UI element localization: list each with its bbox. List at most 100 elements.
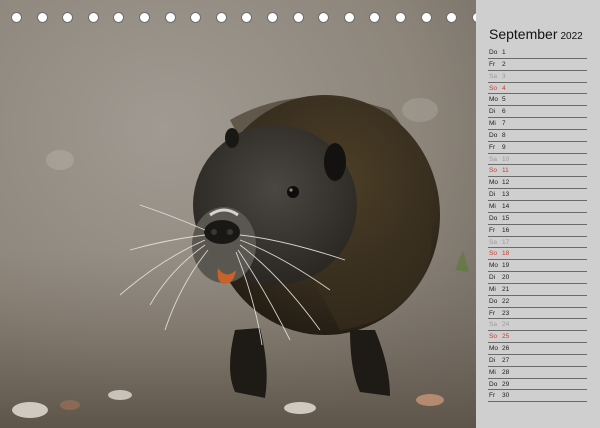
month-name: September (489, 26, 558, 42)
day-number: 9 (502, 143, 506, 151)
day-row: Mo 19 (488, 260, 587, 273)
day-number: 28 (502, 368, 510, 376)
day-number: 21 (502, 285, 510, 293)
day-row: Sa 24 (488, 319, 587, 332)
day-number: 23 (502, 309, 510, 317)
day-row: Do 8 (488, 130, 587, 142)
day-number: 5 (502, 96, 506, 104)
day-weekday: Mi (489, 285, 496, 293)
binding-ring (113, 12, 125, 23)
day-row: Do 29 (488, 379, 587, 391)
day-weekday: Mo (489, 96, 499, 104)
day-row: Mo 5 (488, 94, 587, 107)
day-weekday: Di (489, 191, 496, 199)
day-number: 13 (502, 191, 510, 199)
day-weekday: So (489, 333, 497, 341)
day-row: Fr 2 (488, 59, 587, 71)
day-number: 27 (502, 356, 510, 364)
binding-ring (395, 12, 406, 23)
day-number: 25 (502, 333, 510, 341)
binding-ring (318, 12, 330, 23)
day-weekday: Mo (489, 179, 499, 187)
binding-ring (215, 12, 227, 23)
day-weekday: Fr (489, 143, 496, 151)
day-number: 8 (502, 131, 506, 139)
day-row: Di 13 (488, 189, 587, 201)
day-row: Sa 3 (488, 71, 587, 83)
binding-ring (87, 12, 99, 23)
binding-ring (11, 12, 22, 23)
day-row: Di 6 (488, 106, 587, 119)
day-weekday: Mo (489, 345, 499, 353)
binding-ring (241, 12, 253, 23)
day-row: Fr 30 (488, 390, 587, 403)
day-weekday: So (489, 84, 497, 92)
day-row: So 25 (488, 331, 587, 344)
binding-ring (292, 12, 304, 23)
day-row: So 11 (488, 165, 587, 178)
day-number: 11 (502, 167, 509, 175)
day-row: Sa 10 (488, 154, 587, 166)
binding-ring (343, 12, 355, 23)
day-list: Do 1 Fr 2 Sa 3 So 4 Mo 5 Di 6 Mi 7 Do 8 Fr 9 Sa 10 So 11 Mo 12 D… (488, 47, 587, 403)
calendar-photo (0, 0, 476, 428)
day-number: 6 (502, 108, 506, 116)
day-number: 14 (502, 202, 510, 210)
day-weekday: Di (489, 356, 496, 364)
day-number: 15 (502, 214, 510, 222)
day-row: Fr 9 (488, 142, 587, 154)
day-weekday: Sa (489, 72, 497, 80)
day-weekday: Di (489, 274, 496, 282)
day-row: Di 27 (488, 355, 587, 367)
year-label: 2022 (560, 31, 583, 42)
day-number: 4 (502, 84, 506, 92)
day-weekday: Do (489, 131, 498, 139)
binding-ring (190, 12, 202, 23)
day-weekday: Do (489, 297, 498, 305)
binding-ring (420, 12, 432, 23)
day-number: 16 (502, 226, 510, 234)
day-weekday: Sa (489, 321, 497, 329)
day-number: 2 (502, 60, 506, 68)
day-row: Do 15 (488, 213, 587, 225)
day-number: 10 (502, 155, 510, 163)
day-row: Sa 17 (488, 237, 587, 249)
day-row: Mi 28 (488, 367, 587, 379)
day-row: Mo 26 (488, 343, 587, 355)
day-weekday: Mi (489, 368, 496, 376)
day-weekday: Fr (489, 309, 496, 317)
day-weekday: Fr (489, 392, 496, 400)
day-row: Fr 16 (488, 225, 587, 237)
day-weekday: Do (489, 214, 498, 222)
day-number: 22 (502, 297, 510, 305)
day-row: Mi 14 (488, 201, 587, 213)
binding-ring (446, 12, 458, 23)
day-weekday: Mi (489, 202, 496, 210)
day-weekday: Mo (489, 262, 499, 270)
binding-ring (369, 12, 381, 23)
day-weekday: So (489, 167, 497, 175)
day-row: Mi 21 (488, 284, 587, 296)
day-weekday: Sa (489, 238, 497, 246)
day-row: Do 1 (488, 47, 587, 59)
day-number: 1 (502, 49, 506, 56)
day-row: Do 22 (488, 296, 587, 308)
day-number: 20 (502, 274, 510, 282)
day-number: 3 (502, 72, 506, 80)
day-number: 24 (502, 321, 510, 329)
day-number: 17 (502, 238, 510, 246)
binding-ring (36, 12, 48, 23)
day-weekday: Mi (489, 120, 496, 128)
calendar-panel: September 2022 Do 1 Fr 2 Sa 3 So 4 Mo 5 Di 6 Mi 7 Do 8 Fr… (476, 0, 600, 428)
day-row: Mi 7 (488, 118, 587, 130)
binding-ring (267, 12, 278, 23)
day-weekday: Do (489, 49, 498, 56)
day-weekday: So (489, 250, 497, 258)
day-weekday: Sa (489, 155, 497, 163)
day-row: So 18 (488, 248, 587, 261)
day-row: Mo 12 (488, 177, 587, 190)
day-weekday: Fr (489, 60, 496, 68)
day-row: Fr 23 (488, 308, 587, 320)
day-number: 19 (502, 262, 510, 270)
day-row: So 4 (488, 83, 587, 95)
